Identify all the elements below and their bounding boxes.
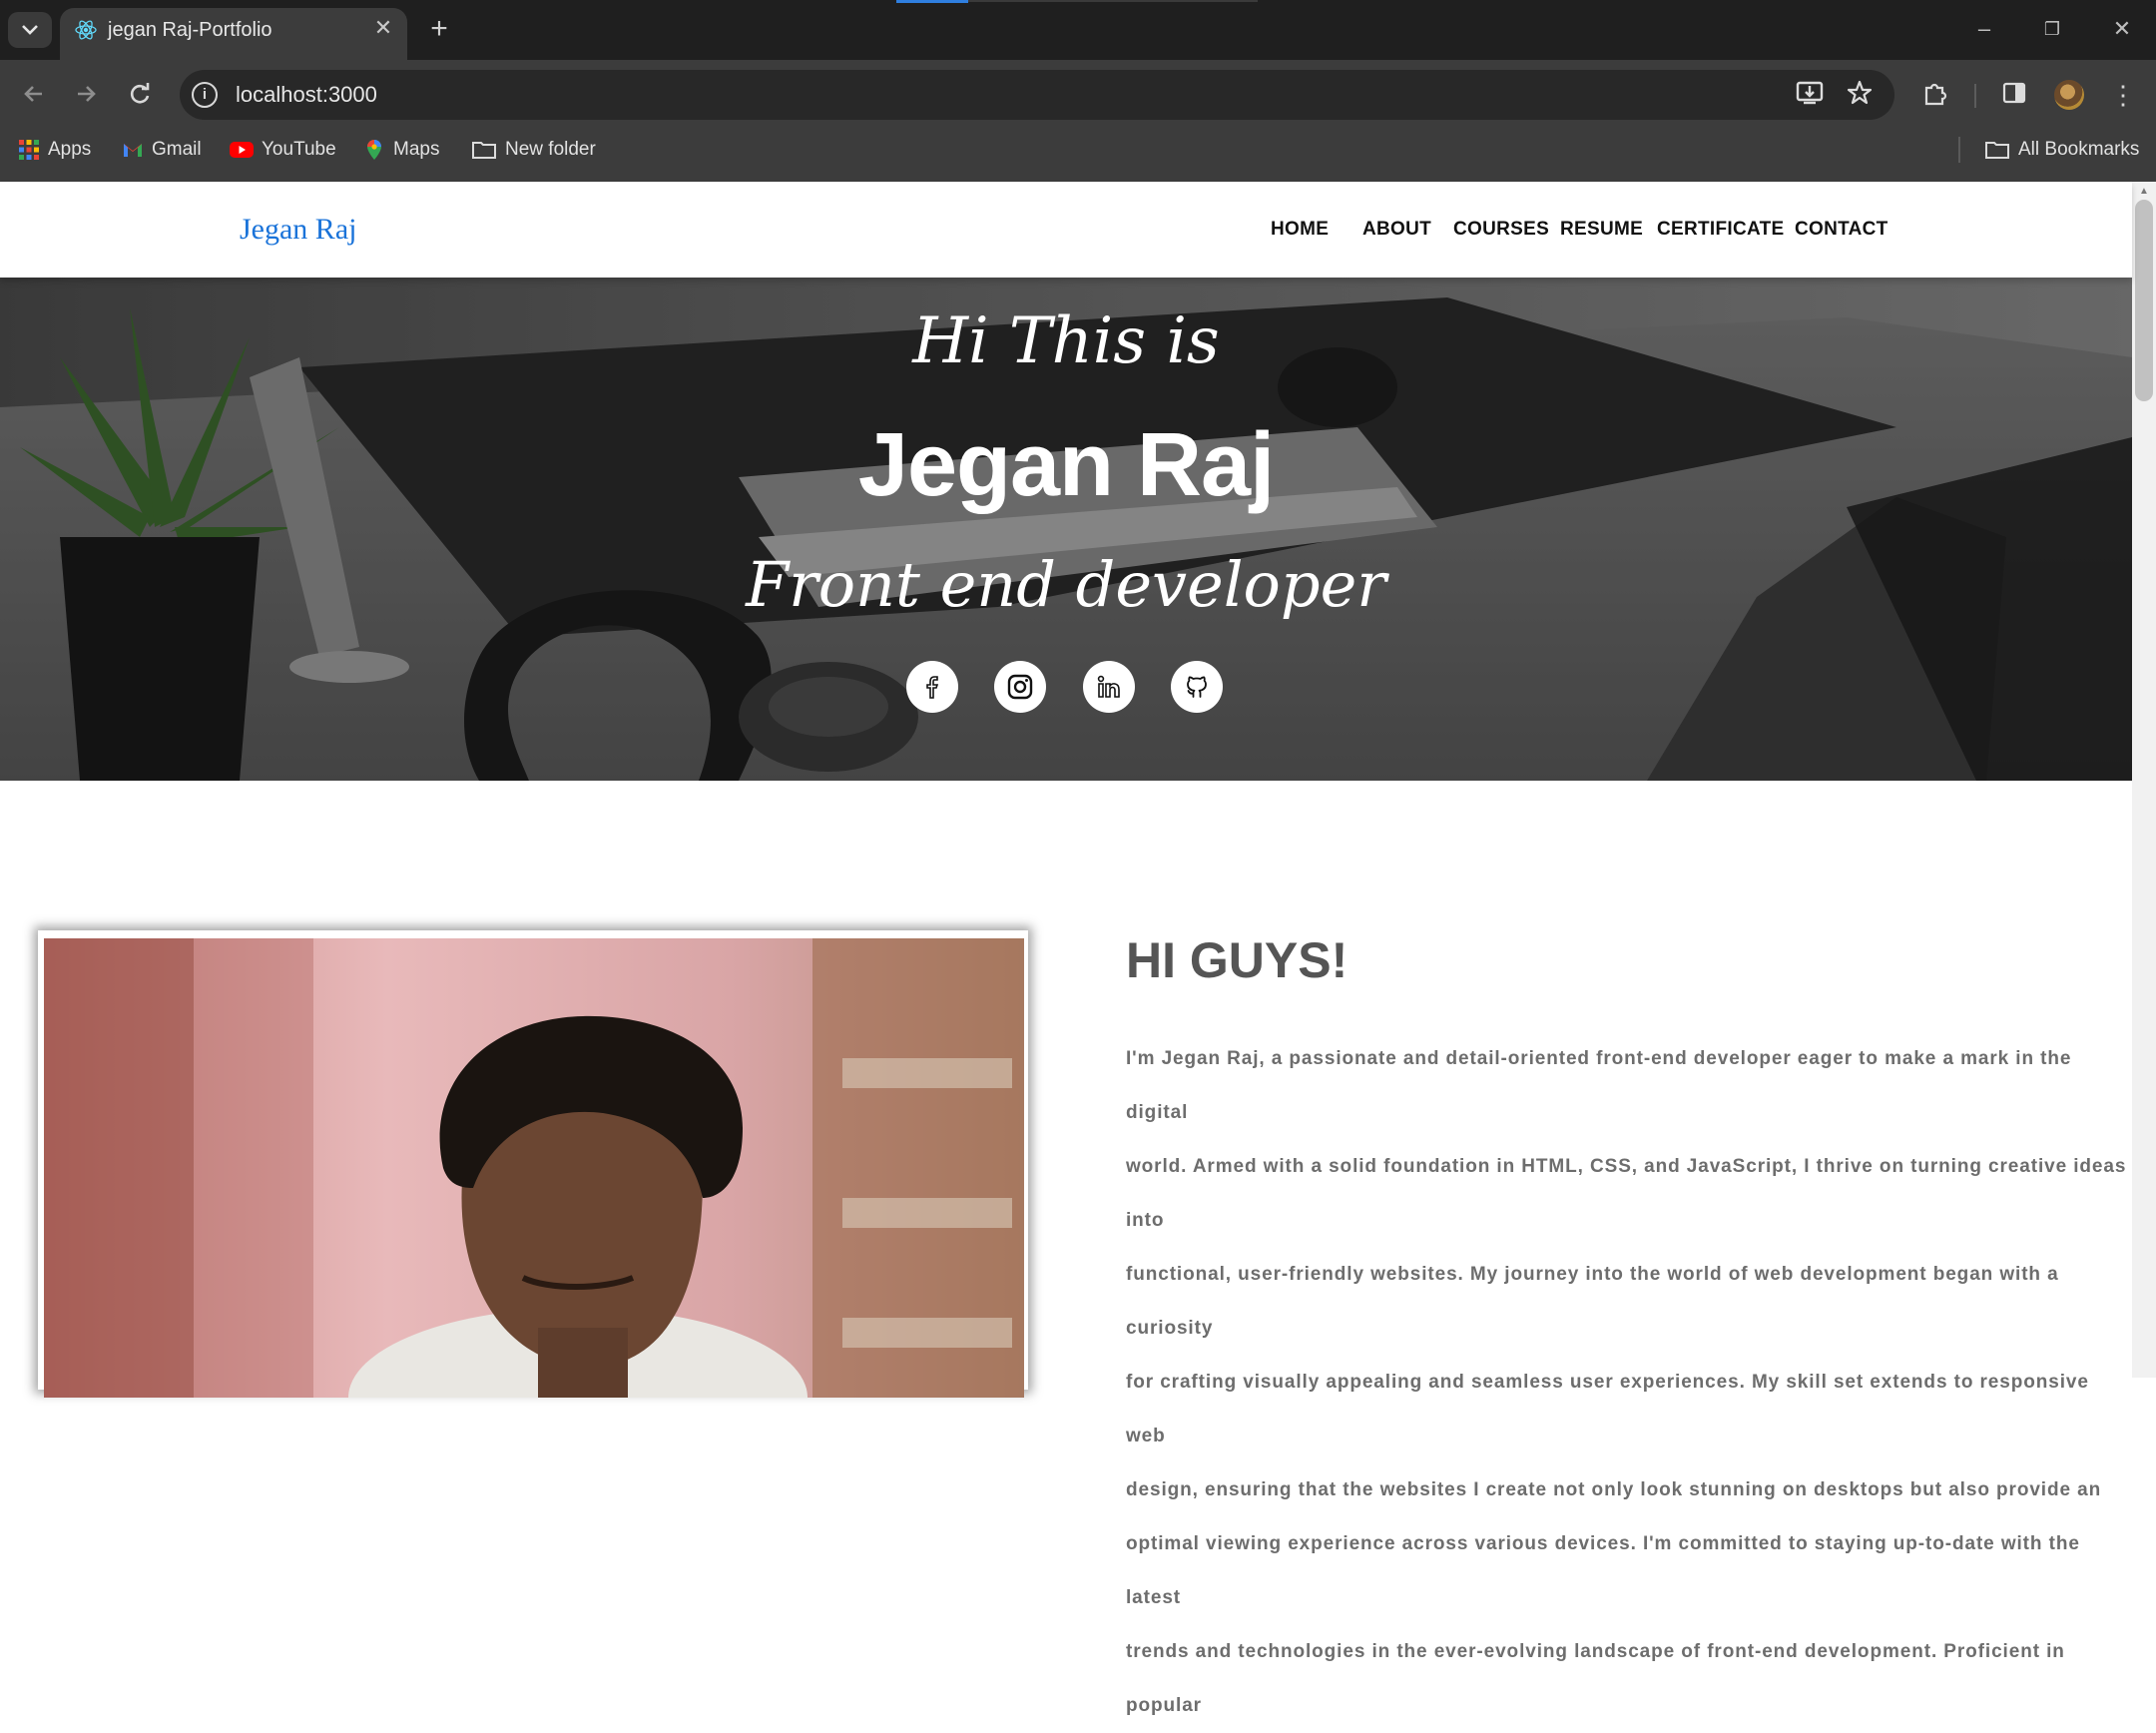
back-button[interactable] <box>16 76 52 112</box>
linkedin-icon <box>1097 675 1120 698</box>
profile-photo <box>44 938 1024 1398</box>
bookmark-label: Gmail <box>152 139 202 160</box>
apps-grid-icon <box>18 139 40 161</box>
nav-home[interactable]: HOME <box>1271 216 1329 244</box>
bookmark-new-folder[interactable]: New folder <box>471 134 596 166</box>
reload-icon <box>130 83 150 104</box>
bookmark-apps[interactable]: Apps <box>18 134 91 166</box>
about-line: design, ensuring that the websites I cre… <box>1126 1479 2102 1500</box>
linkedin-link[interactable] <box>1083 661 1135 713</box>
about-line: optimal viewing experience across variou… <box>1126 1533 2080 1608</box>
bookmark-label: YouTube <box>262 139 336 160</box>
arrow-right-icon <box>78 86 96 102</box>
reload-button[interactable] <box>122 76 158 112</box>
hero-role: Front end developer <box>746 548 1386 621</box>
facebook-icon <box>926 676 939 699</box>
about-heading: HI GUYS! <box>1126 932 1348 988</box>
side-panel-icon[interactable] <box>1997 78 2031 112</box>
bookmark-label: New folder <box>505 139 596 160</box>
site-brand[interactable]: Jegan Raj <box>240 210 356 250</box>
bookmark-label: Apps <box>48 139 92 160</box>
menu-dots-icon[interactable]: ⋮ <box>2106 78 2140 112</box>
bookmark-star-icon[interactable] <box>1843 78 1877 112</box>
bookmark-maps[interactable]: Maps <box>363 134 439 166</box>
bookmark-label: All Bookmarks <box>2018 139 2140 160</box>
gmail-icon <box>122 139 144 161</box>
loading-track <box>968 0 1258 2</box>
about-line: trends and technologies in the ever-evol… <box>1126 1641 2065 1716</box>
forward-button[interactable] <box>68 76 104 112</box>
nav-courses[interactable]: COURSES <box>1453 216 1549 244</box>
github-link[interactable] <box>1171 661 1223 713</box>
folder-icon <box>1984 139 2010 161</box>
nav-contact[interactable]: CONTACT <box>1795 216 1888 244</box>
tab-title: jegan Raj-Portfolio <box>108 19 272 41</box>
minimize-icon[interactable]: – <box>1964 14 2004 44</box>
avatar[interactable] <box>2054 80 2084 110</box>
bookmarks-divider <box>1958 137 1960 163</box>
bookmark-youtube[interactable]: YouTube <box>230 134 336 166</box>
maps-pin-icon <box>363 139 385 161</box>
about-line: I'm Jegan Raj, a passionate and detail-o… <box>1126 1048 2072 1123</box>
nav-certificate[interactable]: CERTIFICATE <box>1657 216 1785 244</box>
instagram-link[interactable] <box>994 661 1046 713</box>
chevron-down-icon <box>22 25 38 35</box>
nav-resume[interactable]: RESUME <box>1560 216 1643 244</box>
folder-icon <box>471 139 497 161</box>
restore-icon[interactable]: ❐ <box>2032 14 2072 44</box>
bookmark-label: Maps <box>393 139 440 160</box>
site-info-icon[interactable]: i <box>192 82 218 108</box>
window-close-icon[interactable]: ✕ <box>2102 14 2142 44</box>
loading-indicator <box>896 0 968 3</box>
page-scrollbar-thumb[interactable] <box>2135 200 2153 401</box>
url-text[interactable]: localhost:3000 <box>236 80 377 110</box>
extensions-icon[interactable] <box>1918 78 1952 112</box>
facebook-link[interactable] <box>906 661 958 713</box>
scroll-up-arrow[interactable]: ▲ <box>2136 186 2152 198</box>
close-icon[interactable]: ✕ <box>371 16 395 40</box>
about-line: functional, user-friendly websites. My j… <box>1126 1264 2059 1339</box>
address-bar[interactable] <box>180 70 1894 120</box>
about-line: world. Armed with a solid foundation in … <box>1126 1156 2127 1231</box>
nav-about[interactable]: ABOUT <box>1362 216 1431 244</box>
instagram-icon <box>1007 674 1033 700</box>
hero-greeting: Hi This is <box>912 304 1220 378</box>
youtube-icon <box>230 139 254 161</box>
bookmark-gmail[interactable]: Gmail <box>122 134 202 166</box>
install-app-icon[interactable] <box>1793 78 1827 112</box>
tab-search-button[interactable] <box>8 12 52 48</box>
about-line: for crafting visually appealing and seam… <box>1126 1372 2089 1446</box>
react-icon <box>74 18 98 42</box>
github-icon <box>1187 676 1207 698</box>
arrow-left-icon <box>24 86 42 102</box>
toolbar-divider <box>1974 84 1976 108</box>
all-bookmarks-button[interactable]: All Bookmarks <box>1984 134 2139 166</box>
about-paragraph: I'm Jegan Raj, a passionate and detail-o… <box>1126 1032 2134 1733</box>
new-tab-button[interactable]: + <box>423 14 455 46</box>
hero-name: Jegan Raj <box>857 415 1275 515</box>
